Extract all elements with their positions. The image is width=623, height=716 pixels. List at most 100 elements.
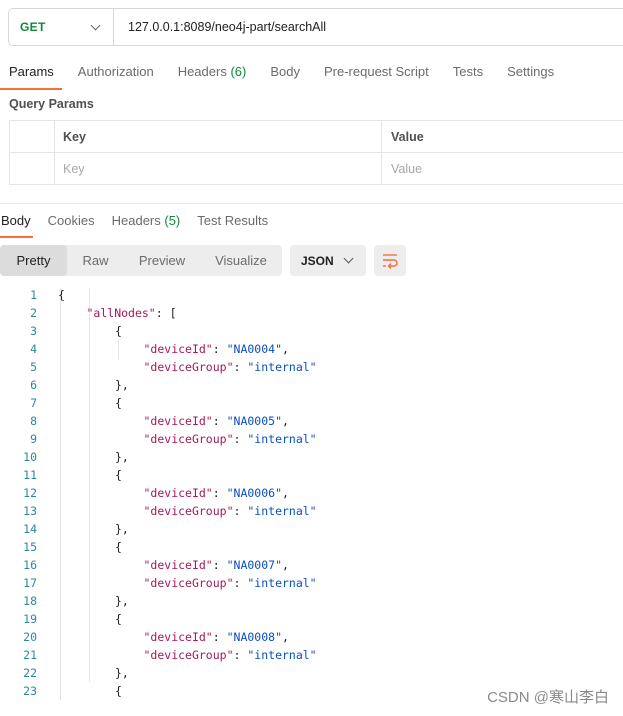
- json-punctuation: :: [212, 558, 227, 572]
- param-value-input[interactable]: Value: [381, 152, 623, 185]
- line-number: 21: [23, 648, 37, 662]
- json-punctuation: },: [115, 450, 129, 464]
- response-body[interactable]: 1{2 "allNodes": [3{4 "deviceId": "NA0004",…: [0, 286, 623, 700]
- code-text: "deviceId": "NA0007",: [58, 556, 289, 574]
- code-line: 22},: [0, 664, 623, 682]
- code-text: "deviceId": "NA0004",: [58, 340, 289, 358]
- json-punctuation: },: [115, 522, 129, 536]
- tab-cookies[interactable]: Cookies: [47, 208, 97, 236]
- tab-response-body[interactable]: Body: [0, 208, 33, 238]
- view-visualize-button[interactable]: Visualize: [200, 245, 282, 276]
- method-label: GET: [20, 20, 46, 34]
- code-line: 7{: [0, 394, 623, 412]
- json-punctuation: :: [233, 648, 248, 662]
- code-line: 9 "deviceGroup": "internal": [0, 430, 623, 448]
- line-number: 8: [30, 414, 37, 428]
- json-key: "deviceId": [143, 414, 213, 428]
- tab-params[interactable]: Params: [0, 58, 62, 90]
- json-string-value: "internal": [247, 432, 317, 446]
- json-punctuation: :: [233, 576, 248, 590]
- code-text: {: [58, 466, 122, 484]
- format-select[interactable]: JSON: [290, 245, 366, 276]
- json-string-value: "NA0008": [226, 630, 282, 644]
- json-punctuation: {: [115, 396, 122, 410]
- json-string-value: "NA0005": [226, 414, 282, 428]
- line-number: 22: [23, 666, 37, 680]
- code-text: {: [58, 322, 122, 340]
- code-text: "deviceId": "NA0005",: [58, 412, 289, 430]
- json-punctuation: ,: [282, 486, 289, 500]
- code-line: 17 "deviceGroup": "internal": [0, 574, 623, 592]
- tab-response-headers-label: Headers: [111, 213, 161, 228]
- code-text: {: [58, 286, 65, 304]
- json-string-value: "internal": [247, 360, 317, 374]
- param-key-input[interactable]: Key: [54, 152, 382, 185]
- method-select[interactable]: GET: [9, 9, 114, 45]
- line-number: 14: [23, 522, 37, 536]
- code-text: "deviceGroup": "internal": [58, 646, 317, 664]
- code-text: {: [58, 394, 122, 412]
- json-punctuation: :: [233, 360, 248, 374]
- json-punctuation: {: [115, 468, 122, 482]
- line-number: 3: [30, 324, 37, 338]
- code-text: },: [58, 592, 129, 610]
- json-punctuation: :: [233, 432, 248, 446]
- tab-authorization[interactable]: Authorization: [69, 58, 162, 88]
- code-line: 2 "allNodes": [: [0, 304, 623, 322]
- line-number: 16: [23, 558, 37, 572]
- code-line: 10},: [0, 448, 623, 466]
- code-line: 16 "deviceId": "NA0007",: [0, 556, 623, 574]
- line-number: 11: [23, 468, 37, 482]
- format-label: JSON: [301, 253, 334, 268]
- wrap-lines-button[interactable]: [374, 245, 406, 276]
- line-number: 7: [30, 396, 37, 410]
- line-number: 19: [23, 612, 37, 626]
- url-input[interactable]: 127.0.0.1:8089/neo4j-part/searchAll: [114, 20, 326, 34]
- json-string-value: "NA0004": [226, 342, 282, 356]
- wrap-lines-icon: [383, 254, 398, 269]
- code-text: "deviceGroup": "internal": [58, 430, 317, 448]
- tab-response-headers[interactable]: Headers (5): [111, 208, 183, 236]
- tab-body[interactable]: Body: [261, 58, 308, 88]
- checkbox-column-header: [9, 120, 55, 153]
- json-punctuation: ,: [282, 414, 289, 428]
- request-url-bar: GET 127.0.0.1:8089/neo4j-part/searchAll: [8, 8, 623, 46]
- code-line: 1{: [0, 286, 623, 304]
- code-text: {: [58, 610, 122, 628]
- view-raw-button[interactable]: Raw: [67, 245, 124, 276]
- request-tabs: Params Authorization Headers (6) Body Pr…: [0, 58, 569, 90]
- json-string-value: "NA0006": [226, 486, 282, 500]
- line-number: 17: [23, 576, 37, 590]
- watermark: CSDN @寒山李白: [487, 689, 609, 706]
- tab-headers[interactable]: Headers (6): [169, 58, 255, 88]
- query-params-empty-row: Key Value: [9, 152, 623, 185]
- json-punctuation: :: [212, 486, 227, 500]
- code-line: 11 {: [0, 466, 623, 484]
- tab-test-results[interactable]: Test Results: [196, 208, 270, 236]
- query-params-table: Key Value Key Value: [9, 120, 623, 185]
- tab-settings[interactable]: Settings: [498, 58, 562, 88]
- code-text: "deviceId": "NA0008",: [58, 628, 289, 646]
- section-divider: [0, 203, 623, 204]
- json-string-value: "internal": [247, 576, 317, 590]
- line-number: 15: [23, 540, 37, 554]
- code-text: "deviceGroup": "internal": [58, 502, 317, 520]
- tab-prerequest-script[interactable]: Pre-request Script: [315, 58, 437, 88]
- json-key: "deviceGroup": [143, 360, 234, 374]
- view-pretty-button[interactable]: Pretty: [0, 245, 67, 276]
- query-params-title: Query Params: [9, 97, 94, 111]
- json-punctuation: ,: [282, 558, 289, 572]
- row-checkbox-cell[interactable]: [9, 152, 55, 185]
- tab-tests[interactable]: Tests: [444, 58, 491, 88]
- code-text: },: [58, 448, 129, 466]
- code-line: 6},: [0, 376, 623, 394]
- line-number: 13: [23, 504, 37, 518]
- json-punctuation: {: [115, 612, 122, 626]
- json-key: "deviceGroup": [143, 504, 234, 518]
- code-text: },: [58, 376, 129, 394]
- code-line: 4 "deviceId": "NA0004",: [0, 340, 623, 358]
- json-punctuation: {: [115, 324, 122, 338]
- view-preview-button[interactable]: Preview: [124, 245, 200, 276]
- line-number: 9: [30, 432, 37, 446]
- line-number: 1: [30, 288, 37, 302]
